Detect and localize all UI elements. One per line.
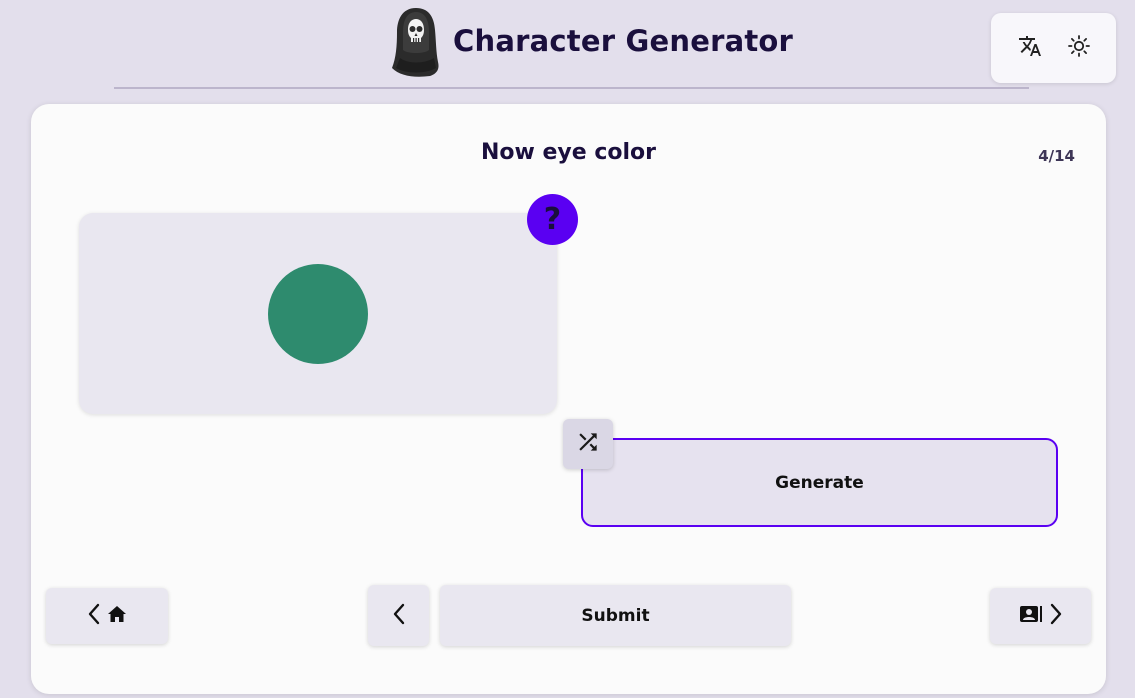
theme-toggle-button[interactable] (1062, 31, 1096, 65)
header-actions (991, 13, 1116, 83)
help-button[interactable]: ? (527, 194, 578, 245)
chevron-right-icon (1049, 603, 1063, 629)
chevron-left-icon (87, 603, 101, 629)
shuffle-button[interactable] (563, 419, 613, 469)
back-home-button[interactable] (46, 588, 168, 644)
next-profile-button[interactable] (990, 588, 1091, 644)
app-header: Character Generator (0, 0, 1135, 90)
eye-color-swatch (268, 264, 368, 364)
generate-button[interactable]: Generate (581, 438, 1058, 527)
header-divider (114, 87, 1029, 89)
color-preview-panel (79, 213, 557, 414)
app-title: Character Generator (453, 24, 794, 58)
submit-button[interactable]: Submit (440, 585, 791, 646)
shuffle-icon (575, 429, 601, 459)
home-icon (107, 605, 127, 627)
previous-question-button[interactable] (368, 585, 429, 646)
question-card: Now eye color 4/14 ? Generate Submit (31, 104, 1106, 694)
translate-icon (1018, 34, 1042, 62)
question-title: Now eye color (480, 140, 656, 165)
progress-indicator: 4/14 (1038, 147, 1075, 165)
profile-card-icon (1019, 604, 1043, 628)
sun-icon (1067, 34, 1091, 62)
translate-button[interactable] (1013, 31, 1047, 65)
chevron-left-icon (392, 603, 406, 629)
hooded-skull-icon (390, 6, 442, 78)
